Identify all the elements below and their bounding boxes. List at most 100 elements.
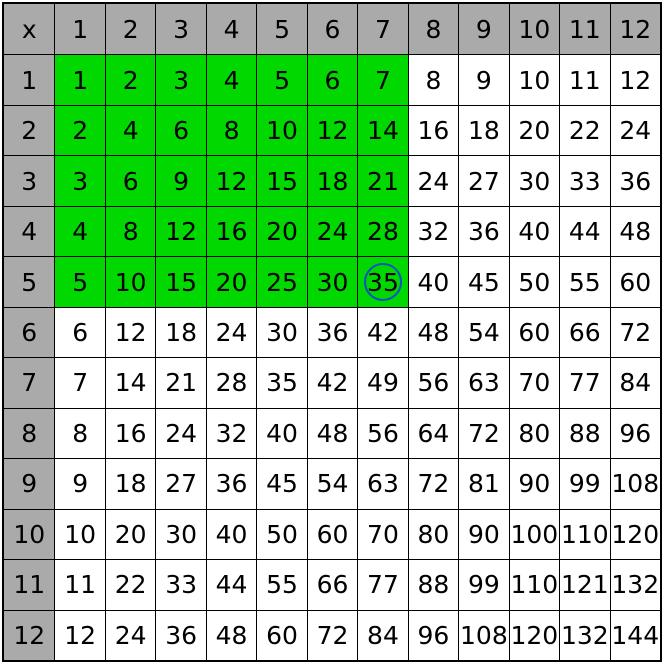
product-cell: 8 bbox=[408, 54, 458, 104]
product-cell: 35 bbox=[256, 357, 306, 407]
col-header: 6 bbox=[307, 4, 357, 54]
product-cell: 40 bbox=[509, 206, 559, 256]
product-cell: 18 bbox=[105, 458, 155, 508]
product-cell: 10 bbox=[105, 256, 155, 306]
product-cell: 27 bbox=[155, 458, 205, 508]
product-cell: 18 bbox=[458, 105, 508, 155]
product-cell: 14 bbox=[105, 357, 155, 407]
product-cell: 3 bbox=[155, 54, 205, 104]
product-cell: 10 bbox=[256, 105, 306, 155]
product-cell: 96 bbox=[408, 610, 458, 660]
product-cell: 21 bbox=[155, 357, 205, 407]
product-cell: 16 bbox=[206, 206, 256, 256]
product-cell: 100 bbox=[509, 509, 559, 559]
product-cell: 18 bbox=[155, 307, 205, 357]
product-cell: 5 bbox=[54, 256, 104, 306]
col-header: 5 bbox=[256, 4, 306, 54]
product-cell: 84 bbox=[610, 357, 660, 407]
product-cell: 88 bbox=[408, 559, 458, 609]
product-cell: 10 bbox=[509, 54, 559, 104]
product-cell: 108 bbox=[458, 610, 508, 660]
product-cell: 6 bbox=[155, 105, 205, 155]
product-cell: 99 bbox=[559, 458, 609, 508]
product-cell: 11 bbox=[54, 559, 104, 609]
col-header: 7 bbox=[357, 4, 407, 54]
product-cell: 32 bbox=[206, 408, 256, 458]
row-header: 7 bbox=[4, 357, 54, 407]
col-header: 1 bbox=[54, 4, 104, 54]
product-cell: 48 bbox=[307, 408, 357, 458]
col-header: 2 bbox=[105, 4, 155, 54]
product-cell: 24 bbox=[155, 408, 205, 458]
product-cell: 15 bbox=[155, 256, 205, 306]
product-cell: 90 bbox=[509, 458, 559, 508]
product-cell: 8 bbox=[54, 408, 104, 458]
row-header: 9 bbox=[4, 458, 54, 508]
product-cell: 15 bbox=[256, 155, 306, 205]
row-header: 10 bbox=[4, 509, 54, 559]
circle-marker bbox=[364, 263, 402, 301]
product-cell: 12 bbox=[155, 206, 205, 256]
product-cell: 6 bbox=[54, 307, 104, 357]
product-cell: 33 bbox=[155, 559, 205, 609]
product-cell: 4 bbox=[206, 54, 256, 104]
product-cell: 63 bbox=[357, 458, 407, 508]
product-cell: 80 bbox=[509, 408, 559, 458]
product-cell: 60 bbox=[307, 509, 357, 559]
product-cell: 50 bbox=[256, 509, 306, 559]
col-header: 9 bbox=[458, 4, 508, 54]
product-cell: 2 bbox=[105, 54, 155, 104]
product-cell: 60 bbox=[610, 256, 660, 306]
product-cell: 24 bbox=[408, 155, 458, 205]
product-cell: 48 bbox=[408, 307, 458, 357]
row-header: 2 bbox=[4, 105, 54, 155]
product-cell: 8 bbox=[105, 206, 155, 256]
product-cell: 22 bbox=[559, 105, 609, 155]
product-cell: 72 bbox=[458, 408, 508, 458]
product-cell: 30 bbox=[509, 155, 559, 205]
product-cell: 6 bbox=[307, 54, 357, 104]
corner-cell: x bbox=[4, 4, 54, 54]
product-cell: 24 bbox=[105, 610, 155, 660]
product-cell: 45 bbox=[458, 256, 508, 306]
product-cell: 44 bbox=[559, 206, 609, 256]
product-cell: 24 bbox=[206, 307, 256, 357]
product-cell: 2 bbox=[54, 105, 104, 155]
product-cell: 9 bbox=[155, 155, 205, 205]
product-cell: 30 bbox=[256, 307, 306, 357]
product-cell: 12 bbox=[206, 155, 256, 205]
product-cell: 36 bbox=[206, 458, 256, 508]
row-header: 11 bbox=[4, 559, 54, 609]
product-cell: 108 bbox=[610, 458, 660, 508]
product-cell: 72 bbox=[610, 307, 660, 357]
product-cell: 16 bbox=[105, 408, 155, 458]
product-cell: 84 bbox=[357, 610, 407, 660]
product-cell: 64 bbox=[408, 408, 458, 458]
product-cell: 44 bbox=[206, 559, 256, 609]
product-cell: 50 bbox=[509, 256, 559, 306]
product-cell: 6 bbox=[105, 155, 155, 205]
product-cell: 40 bbox=[256, 408, 306, 458]
product-cell: 36 bbox=[155, 610, 205, 660]
product-cell: 4 bbox=[105, 105, 155, 155]
product-cell: 30 bbox=[155, 509, 205, 559]
product-cell: 14 bbox=[357, 105, 407, 155]
product-cell: 25 bbox=[256, 256, 306, 306]
product-cell: 54 bbox=[458, 307, 508, 357]
col-header: 12 bbox=[610, 4, 660, 54]
col-header: 8 bbox=[408, 4, 458, 54]
product-cell: 49 bbox=[357, 357, 407, 407]
product-cell: 40 bbox=[206, 509, 256, 559]
product-cell: 12 bbox=[54, 610, 104, 660]
product-cell: 8 bbox=[206, 105, 256, 155]
product-cell: 5 bbox=[256, 54, 306, 104]
product-cell: 54 bbox=[307, 458, 357, 508]
product-cell: 88 bbox=[559, 408, 609, 458]
product-cell: 36 bbox=[610, 155, 660, 205]
product-cell: 36 bbox=[458, 206, 508, 256]
product-cell: 72 bbox=[307, 610, 357, 660]
product-cell: 20 bbox=[105, 509, 155, 559]
row-header: 8 bbox=[4, 408, 54, 458]
product-cell: 77 bbox=[559, 357, 609, 407]
product-cell: 121 bbox=[559, 559, 609, 609]
